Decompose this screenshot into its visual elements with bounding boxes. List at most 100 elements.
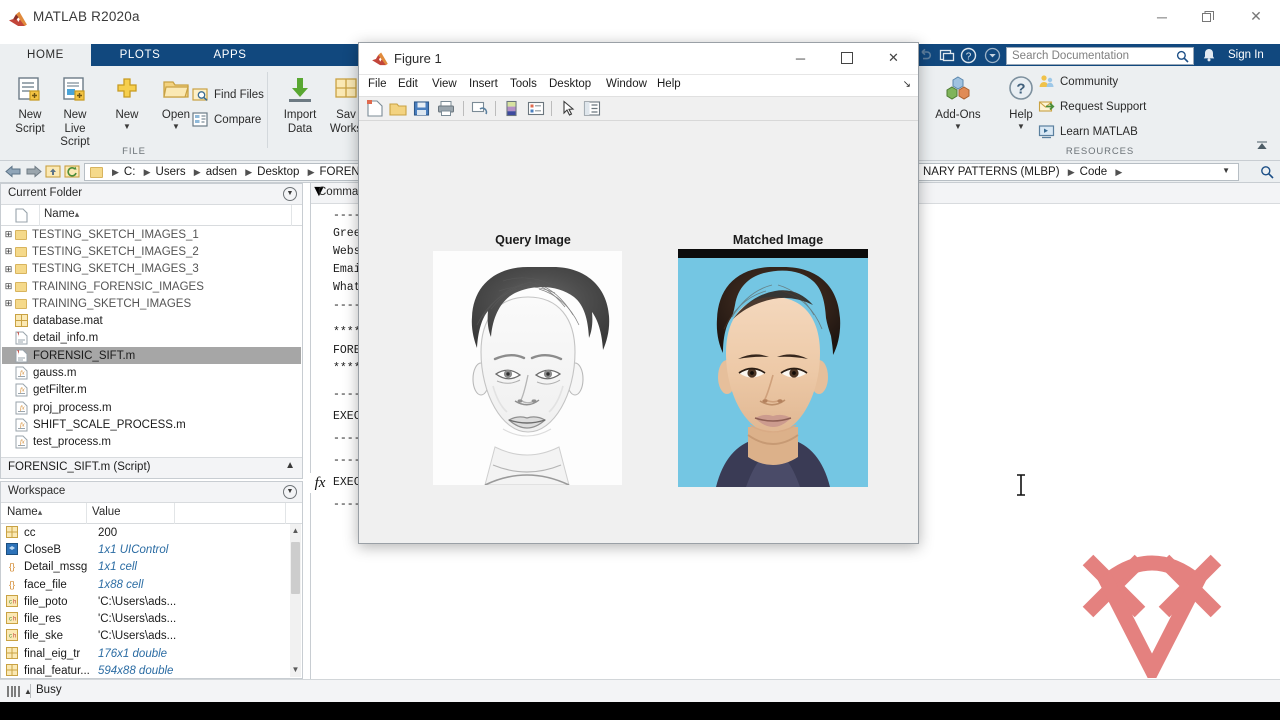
crumb-desktop[interactable]: Desktop [257, 166, 299, 178]
list-item[interactable]: FORENSIC_SIFT.m [2, 347, 301, 365]
crumb-code[interactable]: Code [1080, 166, 1108, 178]
save-icon[interactable] [938, 47, 956, 63]
list-item[interactable]: ⊞ TESTING_SKETCH_IMAGES_2 [2, 243, 301, 260]
table-row[interactable]: final_eig_tr 176x1 double [2, 645, 286, 662]
workspace-menu-button[interactable]: ▼ [283, 485, 297, 499]
back-arrow-icon[interactable] [5, 164, 22, 179]
legend-icon[interactable] [527, 100, 545, 117]
tab-plots[interactable]: PLOTS [91, 44, 189, 66]
table-row[interactable]: CloseB 1x1 UIControl [2, 541, 286, 558]
plot-browser-icon[interactable] [583, 100, 601, 117]
link-plot-icon[interactable] [471, 100, 489, 117]
table-row[interactable]: ch file_res 'C:\Users\ads... [2, 611, 286, 628]
breadcrumb[interactable]: ▶ C: ▶ Users ▶ adsen ▶ Desktop ▶ FORENS [107, 166, 367, 178]
menu-window[interactable]: Window [606, 78, 647, 90]
open-file-icon[interactable] [389, 100, 407, 117]
matched-image[interactable] [678, 249, 868, 487]
path-dropdown-icon[interactable]: ▼ [1222, 166, 1230, 175]
crumb-users[interactable]: Users [156, 166, 186, 178]
minimize-button[interactable]: ─ [1139, 0, 1185, 33]
figure-close-button[interactable]: ✕ [871, 43, 916, 73]
figure-canvas[interactable]: Query Image Matched Image [360, 121, 917, 542]
list-item[interactable]: ⊞ TRAINING_FORENSIC_IMAGES [2, 278, 301, 295]
search-input[interactable]: Search Documentation [1012, 50, 1129, 62]
table-row[interactable]: final_featur... 594x88 double [2, 662, 286, 677]
list-item[interactable]: detail_info.m [2, 330, 301, 347]
table-row[interactable]: {} Detail_mssg 1x1 cell [2, 559, 286, 576]
refresh-icon[interactable] [64, 164, 80, 179]
bell-icon[interactable] [1202, 47, 1216, 63]
menu-tools[interactable]: Tools [510, 78, 537, 90]
maximize-button[interactable] [1185, 0, 1231, 33]
workspace-list[interactable]: cc 200 CloseB 1x1 UIControl {} Detail_ms… [2, 524, 286, 677]
expand-icon[interactable]: ⊞ [2, 246, 15, 257]
table-row[interactable]: ch file_poto 'C:\Users\ads... [2, 593, 286, 610]
request-support-button[interactable]: Request Support [1038, 98, 1146, 115]
chevron-up-icon[interactable]: ▲ [285, 460, 295, 471]
list-item[interactable]: fx gauss.m [2, 364, 301, 381]
list-item[interactable]: ⊞ TRAINING_SKETCH_IMAGES [2, 295, 301, 312]
menu-file[interactable]: File [368, 78, 387, 90]
sign-in-link[interactable]: Sign In [1228, 49, 1264, 61]
learn-matlab-button[interactable]: Learn MATLAB [1038, 123, 1138, 140]
search-documentation-box[interactable]: Search Documentation [1006, 47, 1194, 65]
up-folder-icon[interactable] [45, 164, 61, 179]
new-live-script-button[interactable]: New Live Script [49, 74, 101, 150]
menu-desktop[interactable]: Desktop [549, 78, 591, 90]
compare-button[interactable]: Compare [192, 111, 261, 128]
import-data-button[interactable]: Import Data [274, 74, 326, 136]
menu-view[interactable]: View [432, 78, 457, 90]
add-ons-caret-icon[interactable]: ▼ [932, 122, 984, 131]
new-caret-icon[interactable]: ▼ [101, 122, 153, 131]
current-folder-list[interactable]: ⊞ TESTING_SKETCH_IMAGES_1 ⊞ TESTING_SKET… [2, 226, 301, 456]
chevron-down-icon[interactable] [984, 47, 1001, 64]
list-item[interactable]: fx test_process.m [2, 434, 301, 451]
scroll-thumb[interactable] [291, 542, 300, 594]
tab-home[interactable]: HOME [0, 44, 91, 66]
list-item[interactable]: fx getFilter.m [2, 382, 301, 399]
scroll-down-icon[interactable]: ▼ [290, 663, 301, 677]
help-icon[interactable]: ? [960, 47, 977, 64]
expand-icon[interactable]: ⊞ [2, 229, 15, 240]
column-name[interactable]: Name▴ [44, 208, 79, 220]
path-search-icon[interactable] [1260, 165, 1274, 179]
column-name[interactable]: Name▴ [7, 506, 42, 518]
pointer-icon[interactable] [559, 100, 577, 117]
community-button[interactable]: Community [1038, 73, 1118, 90]
list-item[interactable]: fx proj_process.m [2, 399, 301, 416]
tab-apps[interactable]: APPS [189, 44, 271, 66]
menu-edit[interactable]: Edit [398, 78, 418, 90]
menu-insert[interactable]: Insert [469, 78, 498, 90]
column-value[interactable]: Value [92, 506, 121, 518]
new-figure-icon[interactable] [366, 100, 384, 117]
scroll-up-icon[interactable]: ▲ [290, 524, 301, 538]
undock-icon[interactable]: ↘ [903, 79, 911, 90]
table-row[interactable]: {} face_file 1x88 cell [2, 576, 286, 593]
list-item[interactable]: ⊞ TESTING_SKETCH_IMAGES_1 [2, 226, 301, 243]
menu-help[interactable]: Help [657, 78, 681, 90]
new-button[interactable]: New ▼ [101, 74, 153, 131]
table-row[interactable]: cc 200 [2, 524, 286, 541]
list-item[interactable]: fx SHIFT_SCALE_PROCESS.m [2, 416, 301, 433]
current-folder-menu-button[interactable]: ▼ [283, 187, 297, 201]
figure-maximize-button[interactable] [824, 43, 869, 73]
query-image[interactable] [433, 251, 622, 485]
find-files-button[interactable]: Find Files [192, 86, 264, 103]
print-icon[interactable] [437, 100, 455, 117]
expand-icon[interactable]: ⊞ [2, 281, 15, 292]
list-item[interactable]: database.mat [2, 313, 301, 330]
undo-icon[interactable] [917, 47, 933, 63]
collapse-ribbon-icon[interactable] [1255, 140, 1269, 154]
breadcrumb-right[interactable]: NARY PATTERNS (MLBP) ▶ Code ▶ [923, 166, 1127, 178]
crumb-drive[interactable]: C: [124, 166, 136, 178]
list-item[interactable]: ⊞ TESTING_SKETCH_IMAGES_3 [2, 261, 301, 278]
expand-icon[interactable]: ⊞ [2, 298, 15, 309]
table-row[interactable]: ch file_ske 'C:\Users\ads... [2, 628, 286, 645]
crumb-adsen[interactable]: adsen [206, 166, 237, 178]
crumb-mlbp[interactable]: NARY PATTERNS (MLBP) [923, 166, 1060, 178]
colorbar-icon[interactable] [503, 100, 521, 117]
forward-arrow-icon[interactable] [25, 164, 42, 179]
close-button[interactable]: ✕ [1233, 0, 1279, 33]
add-ons-button[interactable]: Add-Ons ▼ [932, 74, 984, 131]
figure-title-bar[interactable]: Figure 1 ─ ✕ [359, 43, 918, 75]
